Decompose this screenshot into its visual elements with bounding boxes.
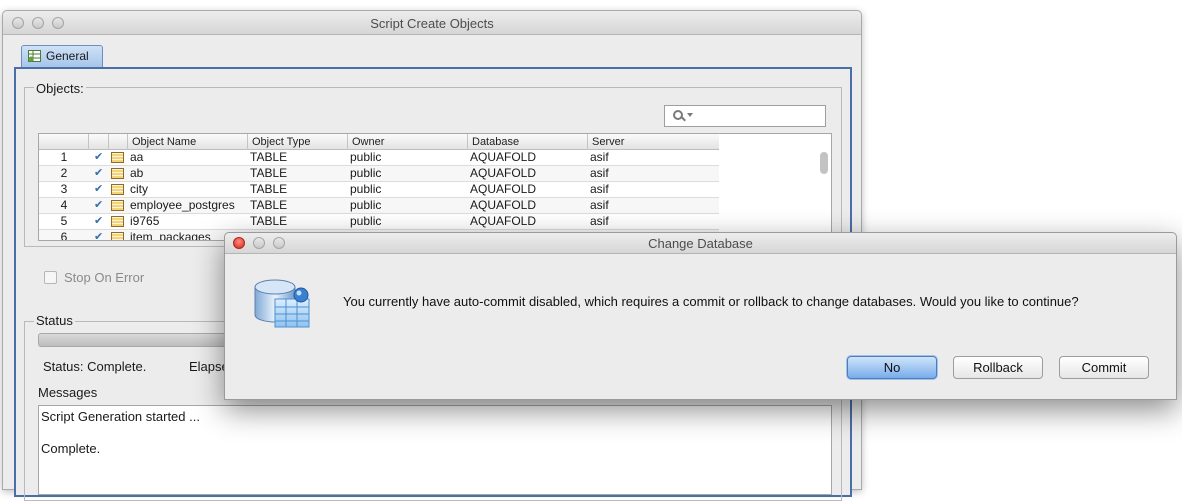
col-server[interactable]: Server <box>588 134 719 150</box>
checkmark-icon[interactable]: ✔ <box>94 198 103 214</box>
object-name: i9765 <box>130 214 160 228</box>
database: AQUAFOLD <box>470 150 537 164</box>
server: asif <box>590 214 609 228</box>
checkmark-icon[interactable]: ✔ <box>94 150 103 166</box>
checkmark-icon[interactable]: ✔ <box>94 182 103 198</box>
row-number: 3 <box>60 182 68 196</box>
col-row-number <box>39 134 89 150</box>
owner: public <box>350 150 382 164</box>
table-row[interactable]: 3 ✔ city TABLE public AQUAFOLD asif <box>39 182 719 198</box>
server: asif <box>590 150 609 164</box>
table-row[interactable]: 1 ✔ aa TABLE public AQUAFOLD asif <box>39 150 719 166</box>
dialog-title: Change Database <box>648 236 753 251</box>
row-number: 5 <box>60 214 68 228</box>
objects-legend: Objects: <box>34 81 86 96</box>
rollback-button[interactable]: Rollback <box>953 356 1043 379</box>
objects-table-scrollbar[interactable] <box>820 150 829 238</box>
owner: public <box>350 182 382 196</box>
col-object-type[interactable]: Object Type <box>248 134 348 150</box>
checkmark-icon[interactable]: ✔ <box>94 214 103 230</box>
stop-on-error-checkbox[interactable] <box>44 271 57 284</box>
row-number: 2 <box>60 166 68 180</box>
object-name: ab <box>130 166 144 180</box>
checkmark-icon[interactable]: ✔ <box>94 166 103 182</box>
search-dropdown-caret-icon[interactable] <box>687 113 693 117</box>
object-name: city <box>130 182 148 196</box>
col-check <box>89 134 109 150</box>
elapsed-text: Elapse <box>189 359 229 374</box>
message-line <box>41 425 829 441</box>
row-number: 4 <box>60 198 68 212</box>
table-icon <box>111 152 124 163</box>
object-name: employee_postgres <box>130 198 235 212</box>
objects-table[interactable]: Object Name Object Type Owner Database S… <box>38 133 832 241</box>
server: asif <box>590 182 609 196</box>
tab-general-label: General <box>46 49 89 63</box>
col-database[interactable]: Database <box>468 134 588 150</box>
window-titlebar[interactable]: Script Create Objects <box>3 11 861 35</box>
messages-area[interactable]: Script Generation started ... Complete. <box>38 405 832 495</box>
owner: public <box>350 198 382 212</box>
table-row[interactable]: 2 ✔ ab TABLE public AQUAFOLD asif <box>39 166 719 182</box>
table-row[interactable]: 4 ✔ employee_postgres TABLE public AQUAF… <box>39 198 719 214</box>
dialog-titlebar[interactable]: Change Database <box>225 233 1176 254</box>
col-owner[interactable]: Owner <box>348 134 468 150</box>
commit-button[interactable]: Commit <box>1059 356 1149 379</box>
dialog-message: You currently have auto-commit disabled,… <box>343 294 1079 309</box>
messages-label: Messages <box>38 385 98 400</box>
object-type: TABLE <box>250 214 288 228</box>
message-line: Complete. <box>41 441 101 456</box>
object-type: TABLE <box>250 166 288 180</box>
checkmark-icon[interactable]: ✔ <box>94 230 103 240</box>
table-icon <box>111 184 124 195</box>
database: AQUAFOLD <box>470 198 537 212</box>
object-type: TABLE <box>250 150 288 164</box>
col-object-name[interactable]: Object Name <box>128 134 248 150</box>
object-type: TABLE <box>250 198 288 212</box>
col-icon <box>109 134 128 150</box>
status-text: Status: Complete. <box>43 359 147 374</box>
status-legend: Status <box>34 313 75 328</box>
owner: public <box>350 214 382 228</box>
database: AQUAFOLD <box>470 166 537 180</box>
table-icon <box>111 200 124 211</box>
database: AQUAFOLD <box>470 214 537 228</box>
table-icon <box>111 232 124 240</box>
object-name: aa <box>130 150 144 164</box>
row-number: 6 <box>60 230 68 241</box>
objects-table-header: Object Name Object Type Owner Database S… <box>39 134 719 150</box>
change-database-dialog: Change Database You currently have auto-… <box>224 232 1177 400</box>
scrollbar-thumb[interactable] <box>820 152 828 174</box>
general-tab-icon <box>28 50 41 62</box>
server: asif <box>590 198 609 212</box>
row-number: 1 <box>60 150 68 164</box>
object-type: TABLE <box>250 182 288 196</box>
table-icon <box>111 216 124 227</box>
server: asif <box>590 166 609 180</box>
table-icon <box>111 168 124 179</box>
database-icon <box>254 279 310 328</box>
window-title: Script Create Objects <box>370 16 494 31</box>
message-line: Script Generation started ... <box>41 409 200 424</box>
objects-search-input[interactable] <box>664 105 826 127</box>
owner: public <box>350 166 382 180</box>
database: AQUAFOLD <box>470 182 537 196</box>
tab-general[interactable]: General <box>21 45 103 67</box>
stop-on-error-label: Stop On Error <box>64 270 145 285</box>
no-button[interactable]: No <box>847 356 937 379</box>
table-row[interactable]: 5 ✔ i9765 TABLE public AQUAFOLD asif <box>39 214 719 230</box>
